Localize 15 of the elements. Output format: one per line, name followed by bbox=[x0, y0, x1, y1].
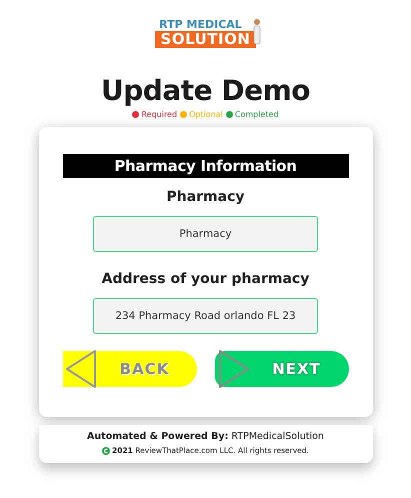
field-label: Pharmacy bbox=[166, 188, 245, 206]
legend-label: Completed bbox=[234, 110, 279, 119]
field-label: Address of your pharmacy bbox=[102, 270, 310, 288]
input-field[interactable]: 234 Pharmacy Road orlando FL 23 bbox=[93, 298, 318, 334]
powered-by-text: Automated & Powered By: RTPMedicalSolution bbox=[87, 431, 324, 442]
page-title: Update Demo bbox=[101, 74, 310, 107]
logo-text: RTP MEDICAL bbox=[159, 18, 243, 31]
section-heading: Pharmacy Information bbox=[62, 154, 348, 178]
doctor-icon bbox=[252, 18, 262, 46]
input-field[interactable]: Pharmacy bbox=[93, 216, 318, 252]
legend-label: Optional bbox=[189, 110, 223, 119]
right-triangle-icon bbox=[216, 348, 250, 390]
copyright-icon bbox=[102, 446, 110, 454]
logo-banner: SOLUTION bbox=[154, 31, 256, 48]
legend-label: Required bbox=[141, 110, 178, 119]
